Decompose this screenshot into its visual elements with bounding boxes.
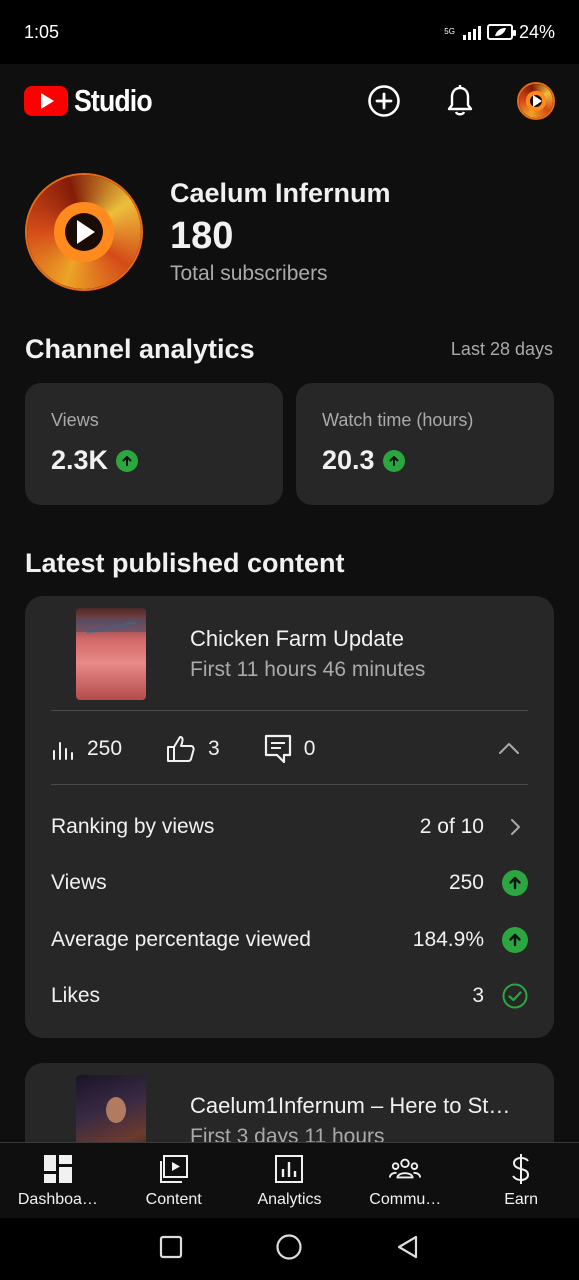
battery-percent: 24%	[518, 21, 555, 42]
logo-text: Studio	[74, 83, 153, 118]
nav-label: Earn	[504, 1190, 538, 1208]
community-icon	[389, 1153, 422, 1185]
nav-label: Dashboa…	[17, 1190, 98, 1208]
content-icon	[158, 1153, 190, 1185]
watch-time-label: Watch time (hours)	[322, 410, 474, 430]
latest-content-title: Latest published content	[25, 548, 345, 578]
nav-content[interactable]: Content	[116, 1143, 232, 1218]
video-title[interactable]: Chicken Farm Update	[190, 626, 404, 652]
nav-label: Commu…	[369, 1190, 442, 1208]
status-bar: 1:05 5G 24%	[0, 0, 579, 64]
trend-up-icon	[502, 927, 528, 953]
youtube-logo-icon	[24, 86, 68, 116]
comments-count: 0	[303, 737, 316, 760]
avg-percentage-row: Average percentage viewed 184.9%	[51, 920, 528, 960]
channel-avatar	[25, 173, 143, 291]
date-range: Last 28 days	[450, 339, 553, 359]
system-navigation	[0, 1218, 579, 1280]
views-value: 2.3K	[51, 445, 109, 475]
nav-analytics[interactable]: Analytics	[232, 1143, 348, 1218]
trend-up-icon	[382, 449, 405, 472]
home-button[interactable]	[275, 1233, 303, 1266]
views-row-label: Views	[51, 871, 107, 894]
ranking-label: Ranking by views	[51, 815, 215, 838]
likes-row-label: Likes	[51, 984, 101, 1007]
dollar-icon	[505, 1153, 537, 1185]
comments-metric: 0	[264, 734, 316, 764]
nav-label: Content	[145, 1190, 202, 1208]
views-label: Views	[51, 410, 99, 430]
likes-row-value: 3	[472, 984, 484, 1007]
dashboard-icon	[42, 1153, 74, 1185]
watch-time-value: 20.3	[322, 445, 375, 475]
create-icon[interactable]	[365, 82, 403, 120]
avg-percentage-label: Average percentage viewed	[51, 928, 311, 951]
channel-analytics-title: Channel analytics	[25, 334, 255, 364]
video-metrics: 250 3 0	[51, 724, 528, 774]
notifications-bell-icon[interactable]	[441, 82, 479, 120]
nav-earn[interactable]: Earn	[463, 1143, 579, 1218]
avg-percentage-value: 184.9%	[412, 928, 484, 951]
likes-metric: 3	[166, 735, 220, 763]
network-type: 5G	[444, 27, 455, 36]
views-row-value: 250	[448, 871, 484, 894]
ranking-value: 2 of 10	[419, 815, 484, 838]
check-circle-icon	[502, 983, 528, 1009]
comment-icon	[264, 734, 291, 764]
app-header: Studio	[0, 64, 579, 138]
likes-row: Likes 3	[51, 976, 528, 1016]
nav-community[interactable]: Commu…	[347, 1143, 463, 1218]
bar-chart-icon	[53, 742, 73, 760]
recents-button[interactable]	[159, 1235, 183, 1264]
ranking-row[interactable]: Ranking by views 2 of 10	[51, 807, 528, 847]
subscriber-count: 180	[170, 215, 234, 257]
back-button[interactable]	[395, 1234, 421, 1265]
video-thumbnail[interactable]	[76, 608, 146, 700]
bottom-navigation: Dashboa… Content Analytics Commu… Earn	[0, 1142, 579, 1218]
views-card[interactable]: Views 2.3K	[25, 383, 283, 505]
nav-label: Analytics	[257, 1190, 322, 1208]
chevron-right-icon[interactable]	[502, 814, 528, 840]
views-metric: 250	[51, 737, 122, 761]
channel-name: Caelum Infernum	[170, 178, 391, 208]
nav-dashboard[interactable]: Dashboa…	[0, 1143, 116, 1218]
watch-time-card[interactable]: Watch time (hours) 20.3	[296, 383, 554, 505]
signal-icon	[462, 24, 481, 40]
likes-count: 3	[208, 737, 220, 760]
analytics-icon	[273, 1153, 305, 1185]
account-avatar[interactable]	[517, 82, 555, 120]
latest-video-card[interactable]: Chicken Farm Update First 11 hours 46 mi…	[25, 596, 554, 1038]
video-title[interactable]: Caelum1Infernum – Here to St…	[190, 1093, 510, 1119]
views-count: 250	[87, 737, 123, 760]
views-row: Views 250	[51, 863, 528, 903]
youtube-studio-logo[interactable]: Studio	[24, 83, 164, 119]
trend-up-icon	[116, 449, 139, 472]
thumbs-up-icon	[167, 736, 195, 762]
divider	[51, 710, 528, 711]
battery-icon	[486, 24, 516, 40]
video-period: First 11 hours 46 minutes	[190, 658, 426, 681]
collapse-chevron-icon[interactable]	[498, 737, 520, 761]
trend-up-icon	[502, 870, 528, 896]
divider	[51, 784, 528, 785]
status-icons: 5G 24%	[444, 22, 555, 43]
channel-header: Caelum Infernum 180 Total subscribers	[25, 172, 555, 292]
subscriber-label: Total subscribers	[170, 262, 328, 285]
status-time: 1:05	[24, 21, 60, 42]
